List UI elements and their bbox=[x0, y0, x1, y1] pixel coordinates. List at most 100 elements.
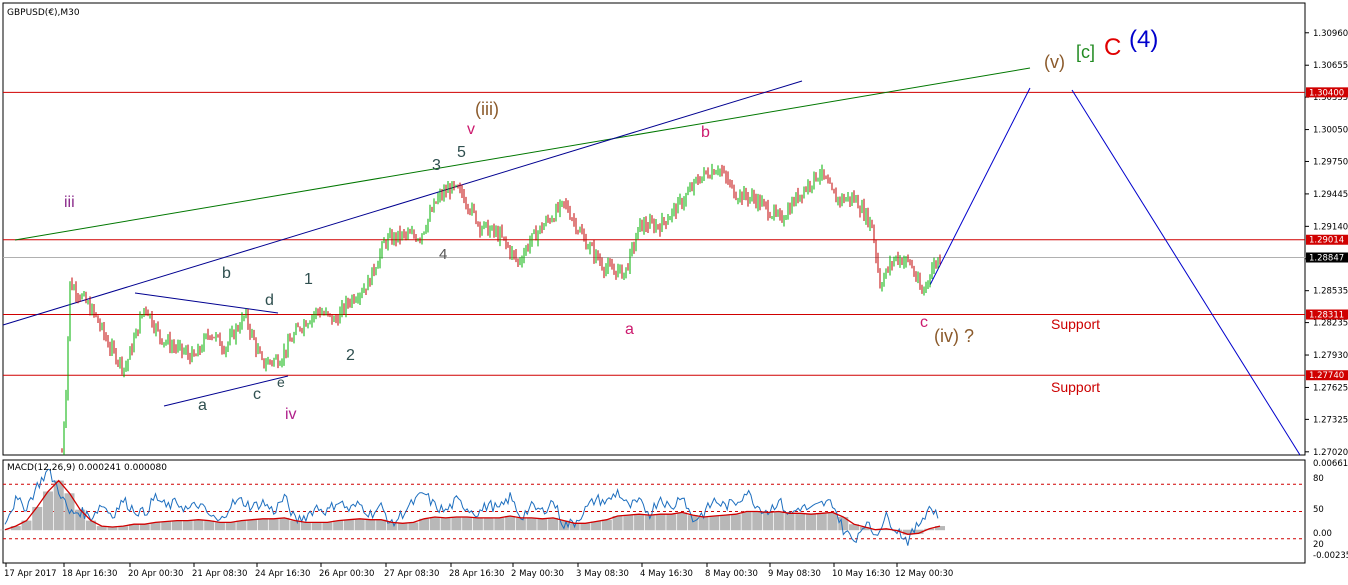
chart-title: GBPUSD(€),M30 bbox=[7, 8, 80, 18]
price-level-label: 1.29014 bbox=[1309, 236, 1344, 246]
macd-hist-bar bbox=[376, 519, 387, 531]
x-tick-label: 3 May 08:30 bbox=[576, 569, 629, 579]
support-label: Support bbox=[1051, 316, 1100, 332]
price-level-label: 1.28311 bbox=[1309, 311, 1344, 321]
macd-hist-bar bbox=[795, 513, 806, 531]
macd-hist-bar bbox=[300, 522, 311, 531]
macd-hist-bar bbox=[601, 519, 612, 531]
macd-hist-bar bbox=[343, 519, 354, 531]
macd-hist-bar bbox=[354, 518, 365, 531]
y-tick-label: 1.29445 bbox=[1313, 190, 1348, 200]
x-tick-label: 8 May 00:30 bbox=[705, 569, 758, 579]
x-tick-label: 20 Apr 00:30 bbox=[128, 569, 183, 579]
x-tick-label: 10 May 16:30 bbox=[832, 569, 890, 579]
macd-hist-bar bbox=[741, 511, 752, 531]
macd-hist-bar bbox=[472, 517, 483, 531]
macd-hist-bar bbox=[268, 518, 279, 531]
support-label: Support bbox=[1051, 379, 1100, 395]
macd-hist-bar bbox=[365, 519, 376, 531]
macd-hist-bar bbox=[515, 517, 526, 531]
macd-hist-bar bbox=[666, 514, 677, 531]
macd-hist-bar bbox=[161, 521, 172, 531]
macd-tick-label: 0.00 bbox=[1313, 529, 1332, 539]
projection-down-line bbox=[1071, 89, 1301, 456]
macd-hist-bar bbox=[773, 511, 784, 531]
wave-label: (iii) bbox=[475, 99, 499, 119]
macd-hist-bar bbox=[311, 522, 322, 531]
macd-hist-bar bbox=[505, 516, 516, 531]
x-tick-label: 24 Apr 16:30 bbox=[255, 569, 310, 579]
triangle-lower-line bbox=[163, 375, 289, 407]
y-tick-label: 1.28535 bbox=[1313, 287, 1348, 297]
x-tick-label: 26 Apr 00:30 bbox=[319, 569, 374, 579]
macd-hist-bar bbox=[408, 522, 419, 531]
macd-hist-bar bbox=[139, 524, 150, 531]
y-tick-label: 1.27930 bbox=[1313, 351, 1348, 361]
y-tick-label: 1.29750 bbox=[1313, 157, 1348, 167]
macd-hist-bar bbox=[0, 529, 10, 531]
macd-hist-bar bbox=[333, 520, 344, 531]
y-tick-label: 1.27625 bbox=[1313, 383, 1348, 393]
macd-hist-bar bbox=[53, 480, 64, 531]
chart-canvas: 1.309601.306551.303551.300501.297501.294… bbox=[0, 2, 1348, 579]
projection-up-line bbox=[929, 87, 1031, 286]
macd-hist-bar bbox=[730, 514, 741, 531]
macd-panel: 17 Apr 2017 18 Apr 16:30 20 Apr 00:30 21 Ap… bbox=[0, 459, 1348, 579]
macd-hist-bar bbox=[182, 520, 193, 531]
x-tick-label: 17 Apr 2017 bbox=[4, 569, 57, 579]
macd-tick-label: 50 bbox=[1313, 505, 1324, 515]
wave-label: e bbox=[277, 374, 285, 390]
macd-hist-bar bbox=[634, 514, 645, 531]
macd-tick-label: 0.006613 bbox=[1313, 459, 1348, 469]
macd-tick-label: 20 bbox=[1313, 540, 1324, 550]
macd-hist-bar bbox=[623, 515, 634, 531]
macd-hist-bar bbox=[483, 517, 494, 531]
wave-label: 4 bbox=[439, 246, 447, 263]
macd-hist-bar bbox=[655, 514, 666, 531]
y-tick-label: 1.29140 bbox=[1313, 222, 1348, 232]
macd-hist-bar bbox=[816, 513, 827, 531]
macd-hist-bar bbox=[827, 512, 838, 531]
macd-hist-bar bbox=[612, 516, 623, 531]
wave-label: 2 bbox=[346, 347, 355, 364]
wave-label: (v) bbox=[1044, 52, 1065, 72]
wave-label: [c] bbox=[1076, 42, 1095, 62]
macd-hist-bar bbox=[397, 523, 408, 531]
current-price-label: 1.28847 bbox=[1309, 254, 1344, 264]
wave-label: 1 bbox=[304, 271, 313, 288]
x-tick-label: 18 Apr 16:30 bbox=[62, 569, 117, 579]
x-tick-label: 9 May 08:30 bbox=[768, 569, 821, 579]
macd-hist-bar bbox=[171, 520, 182, 531]
macd-hist-bar bbox=[752, 511, 763, 531]
wave-label: a bbox=[625, 321, 634, 338]
macd-hist-bar bbox=[290, 520, 301, 531]
macd-hist-bar bbox=[257, 518, 268, 531]
macd-hist-bar bbox=[537, 518, 548, 531]
macd-hist-bar bbox=[279, 517, 290, 531]
x-tick-label: 12 May 00:30 bbox=[895, 569, 953, 579]
macd-hist-bar bbox=[462, 516, 473, 531]
wave-label: d bbox=[265, 292, 274, 309]
macd-tick-label: -0.002354 bbox=[1313, 551, 1348, 561]
macd-hist-bar bbox=[440, 517, 451, 531]
x-tick-label: 27 Apr 08:30 bbox=[384, 569, 439, 579]
macd-hist-bar bbox=[687, 515, 698, 531]
wave-label: 5 bbox=[457, 144, 466, 161]
price-panel: 1.309601.306551.303551.300501.297501.294… bbox=[2, 2, 1348, 458]
macd-hist-bar bbox=[591, 521, 602, 531]
price-level-label: 1.30400 bbox=[1309, 88, 1344, 98]
y-tick-label: 1.27325 bbox=[1313, 415, 1348, 425]
macd-hist-bar bbox=[526, 517, 537, 531]
wave-label: c bbox=[920, 314, 928, 331]
wave-label: b bbox=[701, 124, 710, 141]
wave-label: 3 bbox=[432, 157, 441, 174]
x-tick-label: 28 Apr 16:30 bbox=[449, 569, 504, 579]
wave-label: c bbox=[253, 386, 261, 403]
wave-label: iii bbox=[64, 194, 75, 211]
macd-hist-bar bbox=[247, 519, 258, 531]
price-level-label: 1.27740 bbox=[1309, 371, 1344, 381]
green-trendline bbox=[14, 67, 1031, 241]
macd-hist-bar bbox=[236, 520, 247, 531]
wave-label: (4) bbox=[1129, 26, 1158, 53]
macd-hist-bar bbox=[214, 522, 225, 531]
